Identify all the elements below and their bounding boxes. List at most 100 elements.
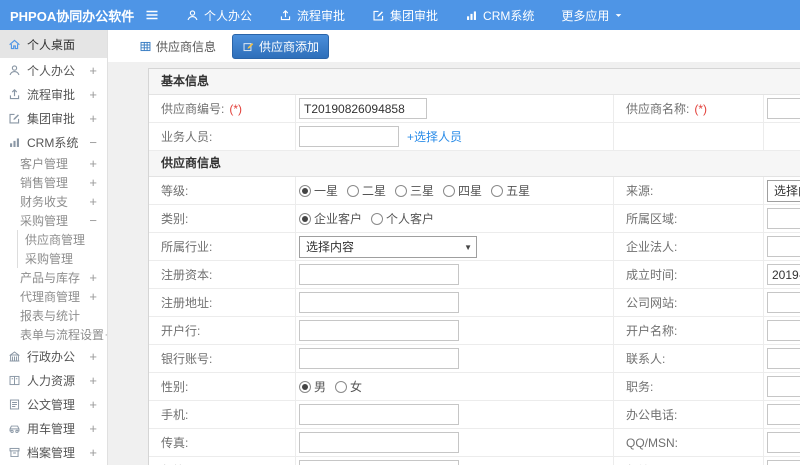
business-person-input[interactable]: [299, 126, 399, 147]
sidebar-item-label: 档案管理: [27, 445, 76, 460]
sidebar-item[interactable]: 报表与统计: [0, 306, 107, 325]
sidebar-item[interactable]: 财务收支 +: [0, 192, 107, 211]
grade-radio-option[interactable]: 一星: [299, 182, 338, 199]
expander-icon[interactable]: +: [89, 195, 97, 208]
registered-address-input[interactable]: [299, 292, 459, 313]
field-label: 公司网站:: [626, 296, 678, 310]
sidebar-item[interactable]: 产品与库存 +: [0, 268, 107, 287]
topbar-nav-item[interactable]: 个人办公: [186, 7, 252, 24]
home-icon: [8, 38, 21, 51]
expander-icon[interactable]: +: [89, 398, 97, 411]
registered-address-control-cell: [296, 289, 614, 316]
topbar-nav-item[interactable]: CRM系统: [465, 7, 534, 24]
mobile-input[interactable]: [299, 404, 459, 425]
expander-icon[interactable]: +: [89, 422, 97, 435]
legal-person-input[interactable]: [767, 236, 800, 257]
field-label: QQ/MSN:: [626, 435, 679, 450]
sidebar-item[interactable]: 供应商管理: [18, 230, 107, 249]
account-name-input[interactable]: [767, 320, 800, 341]
sidebar-item[interactable]: CRM系统 −: [0, 130, 107, 154]
expander-icon[interactable]: +: [89, 446, 97, 459]
sidebar-item[interactable]: 公文管理 +: [0, 392, 107, 416]
sidebar-item[interactable]: 表单与流程设置+: [0, 325, 107, 344]
category-radio-option[interactable]: 企业客户: [299, 210, 362, 227]
postcode-label-cell: 邮编:: [614, 457, 764, 465]
supplier-name-input[interactable]: [767, 98, 800, 119]
company-website-label-cell: 公司网站:: [614, 289, 764, 316]
sidebar-item[interactable]: 客户管理 +: [0, 154, 107, 173]
sidebar-item[interactable]: 代理商管理 +: [0, 287, 107, 306]
expander-icon[interactable]: +: [89, 176, 97, 189]
position-input[interactable]: [767, 376, 800, 397]
sidebar-item-label: 产品与库存: [20, 271, 81, 285]
field-label: 职务:: [626, 380, 654, 394]
sidebar-item[interactable]: 集团审批 +: [0, 106, 107, 130]
email-input[interactable]: [299, 460, 459, 465]
tab-supplier-info[interactable]: 供应商信息: [133, 35, 222, 58]
grade-radio-option[interactable]: 三星: [395, 182, 434, 199]
expander-icon[interactable]: −: [89, 214, 97, 227]
sidebar-item[interactable]: 采购管理 −: [0, 211, 107, 230]
qq-msn-input[interactable]: [767, 432, 800, 453]
expander-icon[interactable]: +: [89, 374, 97, 387]
expander-icon[interactable]: +: [89, 271, 97, 284]
contact-person-input[interactable]: [767, 348, 800, 369]
sidebar-item[interactable]: 行政办公 +: [0, 344, 107, 368]
sidebar-item[interactable]: 档案管理 +: [0, 440, 107, 464]
field-label: 传真:: [161, 436, 189, 450]
expander-icon[interactable]: +: [89, 157, 97, 170]
pencil-icon: [242, 40, 255, 53]
region-input[interactable]: [767, 208, 800, 229]
gender-radio-option[interactable]: 女: [335, 378, 362, 395]
topbar-nav-item[interactable]: 集团审批: [372, 7, 438, 24]
tab-label: 供应商添加: [259, 39, 320, 54]
source-select[interactable]: 选择内容▼: [767, 179, 800, 202]
sidebar-item[interactable]: 人力资源 +: [0, 368, 107, 392]
expander-icon[interactable]: +: [89, 88, 97, 101]
expander-icon[interactable]: +: [89, 64, 97, 77]
form-row: 手机: 办公电话:: [149, 401, 800, 429]
expander-icon[interactable]: +: [89, 290, 97, 303]
account-name-control-cell: [764, 317, 800, 344]
tab-supplier-add[interactable]: 供应商添加: [232, 33, 330, 59]
registered-capital-input[interactable]: [299, 264, 459, 285]
field-label: 办公电话:: [626, 408, 678, 422]
grade-radio-option[interactable]: 四星: [443, 182, 482, 199]
expander-icon[interactable]: −: [89, 136, 97, 149]
postcode-control-cell: [764, 457, 800, 465]
sidebar-item[interactable]: 个人桌面: [0, 30, 107, 58]
industry-select[interactable]: 选择内容 ▼: [299, 235, 477, 258]
office-phone-input[interactable]: [767, 404, 800, 425]
company-website-input[interactable]: [767, 292, 800, 313]
chart-icon: [465, 9, 478, 22]
sidebar: 个人桌面 个人办公 + 流程审批 + 集团审批 + CRM系统 − 客户管理 + 销售管理 + 财务收支 +…: [0, 30, 108, 465]
select-person-link[interactable]: +选择人员: [407, 128, 462, 145]
sidebar-item[interactable]: 个人办公 +: [0, 58, 107, 82]
sidebar-item[interactable]: 采购管理: [18, 249, 107, 268]
sidebar-item[interactable]: 销售管理 +: [0, 173, 107, 192]
sidebar-item-label: 采购管理: [20, 214, 69, 228]
empty-label-cell: [614, 123, 764, 150]
grade-radio-option[interactable]: 五星: [491, 182, 530, 199]
bank-account-input[interactable]: [299, 348, 459, 369]
expander-icon[interactable]: +: [89, 350, 97, 363]
sidebar-item-label: 财务收支: [20, 195, 69, 209]
fax-input[interactable]: [299, 432, 459, 453]
topbar-nav-item[interactable]: 更多应用: [561, 7, 623, 24]
gender-radio-option[interactable]: 男: [299, 378, 326, 395]
workflow-icon: [279, 9, 292, 22]
form-row: 业务人员: +选择人员: [149, 123, 800, 151]
founded-date-input[interactable]: [767, 264, 800, 285]
bank-branch-input[interactable]: [299, 320, 459, 341]
menu-toggle-icon[interactable]: [144, 7, 160, 23]
sidebar-item[interactable]: 流程审批 +: [0, 82, 107, 106]
topbar-nav-item[interactable]: 流程审批: [279, 7, 345, 24]
sidebar-item[interactable]: 用车管理 +: [0, 416, 107, 440]
expander-icon[interactable]: +: [89, 112, 97, 125]
field-label: 开户行:: [161, 324, 201, 338]
grade-radio-option[interactable]: 二星: [347, 182, 386, 199]
postcode-input[interactable]: [767, 460, 800, 465]
main-content: 供应商信息 供应商添加 基本信息供应商编号: (*) 供应商名称: (*) 业务人员: +…: [108, 30, 800, 465]
category-radio-option[interactable]: 个人客户: [371, 210, 434, 227]
supplier-code-input[interactable]: [299, 98, 427, 119]
